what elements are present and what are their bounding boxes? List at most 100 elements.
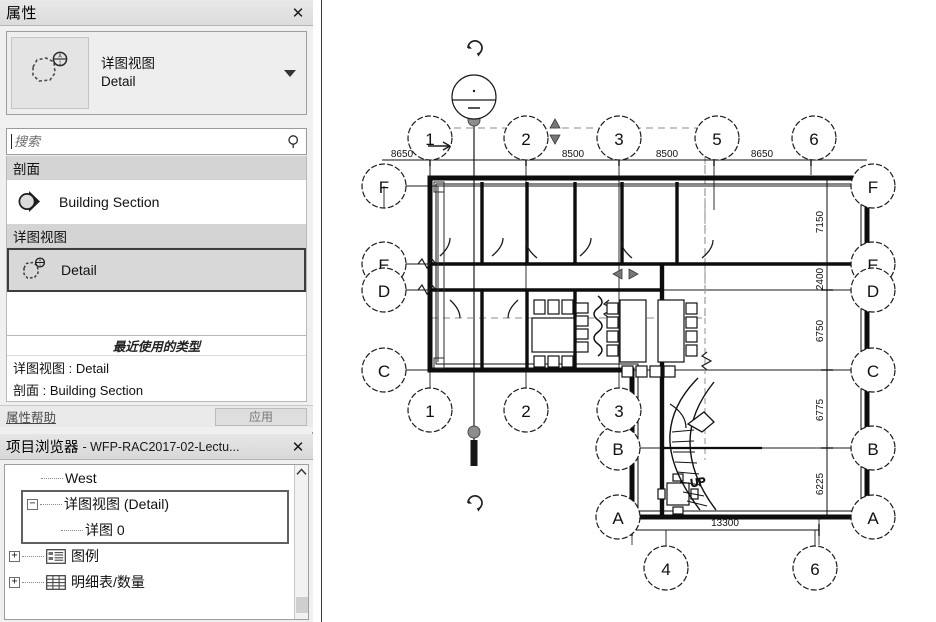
type-item-label: Building Section: [59, 194, 160, 210]
recent-type-item[interactable]: 详图视图 : Detail: [7, 356, 306, 378]
grid-bubble[interactable]: 1: [407, 115, 453, 161]
grid-leaders: [383, 160, 816, 546]
tree-node-detail-views[interactable]: − 详图视图 (Detail): [5, 491, 308, 517]
tree-collapse-toggle[interactable]: −: [27, 498, 38, 510]
grid-bubble[interactable]: 5: [694, 115, 740, 161]
grid-label: 1: [425, 402, 434, 421]
properties-action-bar: 属性帮助 应用: [0, 405, 313, 427]
tree-node-schedules[interactable]: + 明细表/数量: [5, 569, 308, 595]
grid-bubbles-right: F E D C B A: [850, 163, 896, 540]
grid-bubble[interactable]: C: [850, 347, 896, 393]
project-browser-title: 项目浏览器: [6, 440, 79, 456]
tree-connector: [61, 529, 83, 531]
grid-bubble[interactable]: D: [361, 267, 407, 313]
tree-node-legends[interactable]: + 图例: [5, 543, 308, 569]
scrollbar-thumb[interactable]: [296, 597, 308, 613]
section-head-marker: [451, 74, 497, 120]
tree-connector: [40, 503, 62, 505]
grid-bubble[interactable]: 4: [643, 545, 689, 591]
grid-bubbles-bottom: 1 2 3 4 6: [407, 387, 838, 591]
grid-bubble[interactable]: 1: [407, 387, 453, 433]
detail-view-tag-icon: A 1: [11, 37, 89, 109]
building-walls: [427, 175, 870, 520]
chevron-down-icon[interactable]: [284, 69, 296, 77]
legend-icon: [46, 548, 66, 564]
grid-label: D: [867, 282, 879, 301]
grid-label: 3: [614, 130, 623, 149]
properties-help-link[interactable]: 属性帮助: [6, 407, 56, 426]
grid-label: 3: [614, 402, 623, 421]
grid-bubble[interactable]: A: [850, 494, 896, 540]
flip-control-arrows: [549, 118, 561, 145]
close-icon[interactable]: ✕: [289, 4, 307, 22]
type-item-building-section[interactable]: Building Section: [7, 180, 306, 224]
grid-bubble[interactable]: F: [850, 163, 896, 209]
grid-label: C: [378, 362, 390, 381]
flip-control-arrows: [612, 268, 639, 280]
dimension-value: 6225: [815, 472, 826, 495]
dimension-value: 8500: [656, 149, 679, 160]
tree-expand-toggle[interactable]: +: [9, 576, 20, 588]
tree-node-label: 图例: [71, 548, 99, 564]
tree-connector: [41, 477, 63, 479]
left-docked-panels: 属性 ✕ A 1 详图视图 Detail 搜索 剖面 Building Sect…: [0, 0, 313, 622]
rotate-handle-icon: [467, 495, 483, 513]
recent-type-item[interactable]: 剖面 : Building Section: [7, 378, 306, 400]
close-icon[interactable]: ✕: [289, 438, 307, 456]
grid-bubble[interactable]: B: [850, 425, 896, 471]
grid-label: 5: [712, 130, 721, 149]
recent-types-header: 最近使用的类型: [7, 336, 306, 356]
dimension-value: 6750: [815, 319, 826, 342]
search-icon[interactable]: [282, 134, 306, 149]
grid-bubble[interactable]: 6: [791, 115, 837, 161]
grid-label: F: [868, 178, 878, 197]
tree-expand-toggle[interactable]: +: [9, 550, 20, 562]
grid-bubble[interactable]: C: [361, 347, 407, 393]
grid-bubble[interactable]: A: [595, 494, 641, 540]
type-search-box[interactable]: [6, 128, 307, 155]
dimension-value: 6775: [815, 398, 826, 421]
svg-text:A: A: [39, 259, 42, 263]
type-list: 剖面 Building Section 详图视图 A 1 Detail: [6, 156, 307, 336]
type-selector[interactable]: A 1 详图视图 Detail: [6, 31, 307, 115]
tree-node-west[interactable]: West: [5, 465, 308, 491]
grid-bubble[interactable]: 3: [596, 387, 642, 433]
type-item-detail[interactable]: A 1 Detail: [7, 248, 306, 292]
grid-label: 6: [810, 560, 819, 579]
grid-label: B: [612, 440, 623, 459]
grid-label: 2: [521, 402, 530, 421]
grid-bubble[interactable]: B: [595, 425, 641, 471]
type-group-header-detail-view: 详图视图: [7, 224, 306, 248]
grid-label: B: [867, 440, 878, 459]
drawing-canvas[interactable]: UP 8650 8500 8500 8650 7150 2400 6750 67…: [321, 0, 936, 622]
tree-connector: [22, 555, 44, 557]
properties-palette: 属性 ✕ A 1 详图视图 Detail 搜索 剖面 Building Sect…: [0, 0, 313, 432]
tree-connector: [22, 581, 44, 583]
project-browser-panel: 项目浏览器 - WFP-RAC2017-02-Lectu... ✕ West −…: [0, 434, 313, 622]
apply-button[interactable]: 应用: [215, 407, 307, 426]
dimension-value: 8500: [562, 149, 585, 160]
grid-label: C: [867, 362, 879, 381]
grid-bubble[interactable]: 2: [503, 387, 549, 433]
svg-text:1: 1: [59, 61, 62, 67]
grid-bubble[interactable]: 6: [792, 545, 838, 591]
dimension-value: 13300: [711, 518, 739, 529]
tree-node-detail-0[interactable]: 详图 0: [5, 517, 308, 543]
grid-bubble[interactable]: 2: [503, 115, 549, 161]
rotate-handle-icon: [467, 40, 483, 58]
text-caret: [11, 134, 12, 149]
grid-bubble[interactable]: D: [850, 267, 896, 313]
tree-scrollbar[interactable]: [294, 465, 308, 619]
type-family-label: 详图视图: [101, 55, 155, 71]
properties-title: 属性: [6, 5, 38, 22]
properties-title-bar: 属性 ✕: [0, 0, 313, 26]
section-drag-handle-bottom: [467, 425, 481, 439]
svg-text:1: 1: [39, 263, 41, 267]
tree-node-label: 详图视图 (Detail): [64, 496, 170, 512]
chevron-up-icon[interactable]: [295, 465, 308, 479]
type-item-label: Detail: [61, 262, 97, 278]
grid-bubble[interactable]: 3: [596, 115, 642, 161]
search-input[interactable]: [14, 134, 282, 149]
detail-view-tag-icon: A 1: [17, 254, 51, 286]
project-browser-tree[interactable]: West − 详图视图 (Detail) 详图 0 + 图例 + 明细表/数量: [4, 464, 309, 620]
